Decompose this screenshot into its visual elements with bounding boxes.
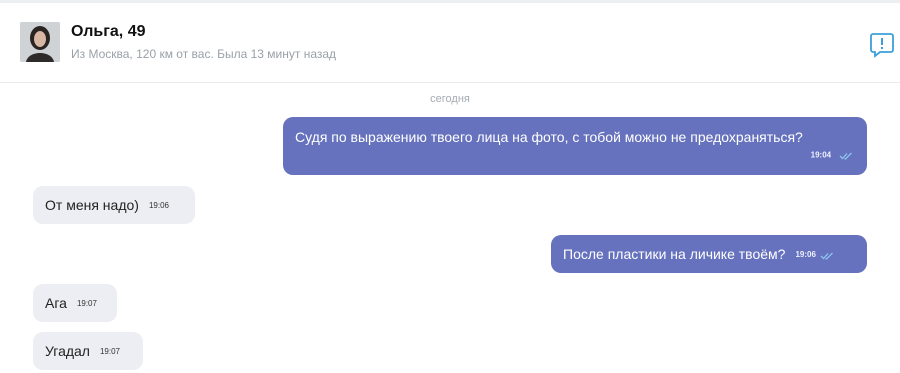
message-time: 19:07 <box>76 299 97 309</box>
message-time: 19:06 <box>795 250 816 260</box>
message-text: Угадал <box>45 343 90 359</box>
message-outgoing[interactable]: После пластики на личике твоём? 19:06 <box>551 235 867 273</box>
contact-status: Из Москва, 120 км от вас. Была 13 минут … <box>71 47 337 61</box>
avatar[interactable] <box>20 22 60 62</box>
message-text: После пластики на личике твоём? <box>563 246 786 262</box>
contact-name[interactable]: Ольга, 49 <box>71 23 145 41</box>
message-text: Ага <box>45 295 67 311</box>
message-outgoing[interactable]: Судя по выражению твоего лица на фото, с… <box>283 117 867 175</box>
message-text: От меня надо) <box>45 197 139 213</box>
double-check-icon <box>839 146 853 164</box>
message-text: Судя по выражению твоего лица на фото, с… <box>295 129 803 145</box>
double-check-icon <box>820 246 834 264</box>
message-incoming[interactable]: Ага 19:07 <box>33 284 117 322</box>
message-time: 19:04 <box>810 150 832 159</box>
message-incoming[interactable]: Угадал 19:07 <box>33 332 143 370</box>
message-time: 19:07 <box>99 347 121 357</box>
message-time: 19:06 <box>148 201 169 211</box>
date-divider: сегодня <box>430 93 470 105</box>
chat-header: Ольга, 49 Из Москва, 120 км от вас. Была… <box>0 3 900 83</box>
message-incoming[interactable]: От меня надо) 19:06 <box>33 186 195 224</box>
report-icon[interactable] <box>870 32 894 58</box>
message-meta: 19:04 <box>811 145 853 164</box>
